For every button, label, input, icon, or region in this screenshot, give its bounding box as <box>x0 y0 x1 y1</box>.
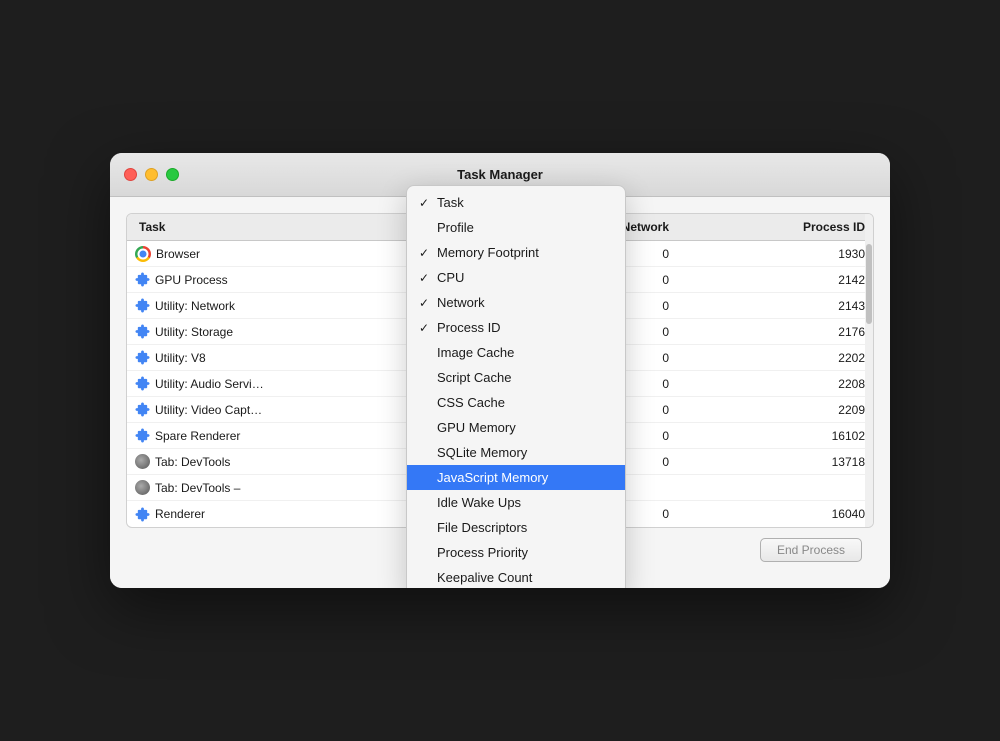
row-task-label: Browser <box>156 247 200 261</box>
menu-item-idle_wake_ups[interactable]: Idle Wake Ups <box>407 490 625 515</box>
puzzle-icon <box>135 402 150 417</box>
row-pid-1: 2142 <box>677 273 873 287</box>
row-task-7: Spare Renderer <box>127 428 337 443</box>
menu-item-script_cache[interactable]: Script Cache <box>407 365 625 390</box>
row-task-label: Tab: DevTools <box>155 455 230 469</box>
menu-item-image_cache[interactable]: Image Cache <box>407 340 625 365</box>
end-process-button[interactable]: End Process <box>760 538 862 562</box>
menu-item-profile[interactable]: Profile <box>407 215 625 240</box>
menu-item-label: Script Cache <box>437 370 611 385</box>
row-task-label: Renderer <box>155 507 205 521</box>
chrome-icon <box>135 246 151 262</box>
row-pid-4: 2202 <box>677 351 873 365</box>
header-task: Task <box>127 220 337 234</box>
row-task-2: Utility: Network <box>127 298 337 313</box>
row-pid-8: 13718 <box>677 455 873 469</box>
menu-item-gpu_memory[interactable]: GPU Memory <box>407 415 625 440</box>
row-task-label: Spare Renderer <box>155 429 240 443</box>
menu-item-label: Network <box>437 295 611 310</box>
menu-item-label: JavaScript Memory <box>437 470 611 485</box>
scrollbar[interactable] <box>865 214 873 527</box>
row-task-10: Renderer <box>127 507 337 522</box>
traffic-lights <box>124 168 179 181</box>
row-task-4: Utility: V8 <box>127 350 337 365</box>
menu-item-css_cache[interactable]: CSS Cache <box>407 390 625 415</box>
scrollbar-thumb[interactable] <box>866 244 872 324</box>
devtools-icon <box>135 454 150 469</box>
menu-checkmark: ✓ <box>417 196 431 210</box>
row-pid-2: 2143 <box>677 299 873 313</box>
menu-item-label: SQLite Memory <box>437 445 611 460</box>
menu-item-label: Process ID <box>437 320 611 335</box>
row-pid-0: 1930 <box>677 247 873 261</box>
devtools-icon <box>135 480 150 495</box>
menu-item-network[interactable]: ✓ Network <box>407 290 625 315</box>
puzzle-icon <box>135 428 150 443</box>
menu-item-label: Keepalive Count <box>437 570 611 585</box>
menu-checkmark: ✓ <box>417 296 431 310</box>
menu-item-label: Image Cache <box>437 345 611 360</box>
row-task-label: Utility: Video Capt… <box>155 403 262 417</box>
menu-checkmark: ✓ <box>417 321 431 335</box>
menu-item-label: CPU <box>437 270 611 285</box>
row-pid-7: 16102 <box>677 429 873 443</box>
menu-item-label: Profile <box>437 220 611 235</box>
maximize-button[interactable] <box>166 168 179 181</box>
menu-item-file_descriptors[interactable]: File Descriptors <box>407 515 625 540</box>
close-button[interactable] <box>124 168 137 181</box>
puzzle-icon <box>135 507 150 522</box>
menu-item-label: Process Priority <box>437 545 611 560</box>
menu-item-task[interactable]: ✓ Task <box>407 190 625 215</box>
row-pid-5: 2208 <box>677 377 873 391</box>
puzzle-icon <box>135 350 150 365</box>
row-task-1: GPU Process <box>127 272 337 287</box>
row-task-label: GPU Process <box>155 273 228 287</box>
window-title: Task Manager <box>457 167 543 182</box>
menu-item-label: CSS Cache <box>437 395 611 410</box>
row-pid-6: 2209 <box>677 403 873 417</box>
row-task-label: Utility: Storage <box>155 325 233 339</box>
menu-item-javascript_memory[interactable]: JavaScript Memory <box>407 465 625 490</box>
row-pid-10: 16040 <box>677 507 873 521</box>
task-manager-window: Task Manager Task Memory Footprint CPU N… <box>110 153 890 588</box>
row-task-0: Browser <box>127 246 337 262</box>
menu-item-sqlite_memory[interactable]: SQLite Memory <box>407 440 625 465</box>
row-task-6: Utility: Video Capt… <box>127 402 337 417</box>
puzzle-icon <box>135 376 150 391</box>
minimize-button[interactable] <box>145 168 158 181</box>
puzzle-icon <box>135 272 150 287</box>
menu-checkmark: ✓ <box>417 271 431 285</box>
menu-item-cpu[interactable]: ✓ CPU <box>407 265 625 290</box>
puzzle-icon <box>135 298 150 313</box>
row-task-3: Utility: Storage <box>127 324 337 339</box>
row-task-label: Utility: V8 <box>155 351 206 365</box>
puzzle-icon <box>135 324 150 339</box>
menu-item-process_id[interactable]: ✓ Process ID <box>407 315 625 340</box>
menu-item-label: Idle Wake Ups <box>437 495 611 510</box>
row-task-5: Utility: Audio Servi… <box>127 376 337 391</box>
menu-checkmark: ✓ <box>417 246 431 260</box>
menu-item-label: File Descriptors <box>437 520 611 535</box>
row-task-label: Tab: DevTools – <box>155 481 240 495</box>
row-task-9: Tab: DevTools – <box>127 480 337 495</box>
row-pid-3: 2176 <box>677 325 873 339</box>
menu-item-label: GPU Memory <box>437 420 611 435</box>
menu-item-label: Memory Footprint <box>437 245 611 260</box>
row-task-label: Utility: Audio Servi… <box>155 377 264 391</box>
context-menu: ✓ Task Profile ✓ Memory Footprint ✓ CPU … <box>406 185 626 588</box>
row-task-label: Utility: Network <box>155 299 235 313</box>
menu-item-memory_footprint[interactable]: ✓ Memory Footprint <box>407 240 625 265</box>
menu-item-process_priority[interactable]: Process Priority <box>407 540 625 565</box>
menu-item-keepalive_count[interactable]: Keepalive Count <box>407 565 625 588</box>
menu-item-label: Task <box>437 195 611 210</box>
row-task-8: Tab: DevTools <box>127 454 337 469</box>
header-pid[interactable]: Process ID <box>677 220 873 234</box>
